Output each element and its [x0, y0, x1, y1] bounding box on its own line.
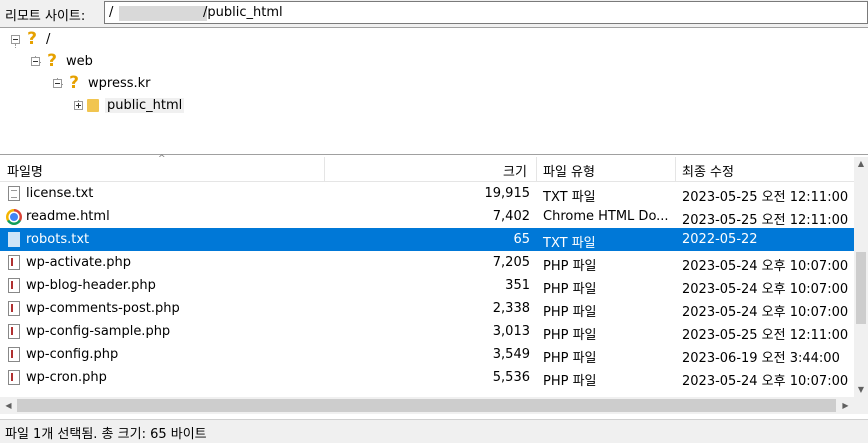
scroll-right-icon[interactable]: ▶: [837, 397, 854, 414]
vertical-scrollbar[interactable]: ▲ ▼: [854, 157, 868, 397]
tree-node-label: /: [46, 31, 51, 47]
scrollbar-corner: [854, 397, 868, 414]
question-icon: ?: [27, 29, 37, 49]
expand-toggle[interactable]: [74, 100, 83, 110]
php-file-icon: [8, 370, 20, 385]
file-name: wp-cron.php: [26, 370, 107, 385]
file-rows: license.txt 19,915 TXT 파일 2023-05-25 오전 12:…: [0, 182, 854, 397]
file-type: PHP 파일: [543, 328, 597, 343]
file-type: TXT 파일: [543, 236, 596, 251]
file-modified: 2022-05-22: [682, 232, 758, 247]
tree-node-label: public_html: [105, 97, 185, 113]
text-file-icon: [8, 186, 20, 201]
file-type: PHP 파일: [543, 259, 597, 274]
file-name: readme.html: [26, 209, 110, 224]
collapse-toggle[interactable]: [31, 56, 40, 66]
chrome-icon: [6, 209, 22, 225]
php-file-icon: [8, 347, 20, 362]
tree-node-root[interactable]: ? /: [11, 29, 50, 49]
php-file-icon: [8, 324, 20, 339]
file-type: Chrome HTML Do...: [543, 209, 669, 224]
file-size: 351: [505, 278, 530, 293]
redacted-path-segment: [119, 6, 207, 21]
tree-node-label: wpress.kr: [88, 75, 151, 91]
file-name: wp-activate.php: [26, 255, 132, 270]
horizontal-scrollbar[interactable]: ◀ ▶: [0, 397, 854, 414]
php-file-icon: [8, 278, 20, 293]
file-name: wp-config.php: [26, 347, 119, 362]
scroll-down-icon[interactable]: ▼: [854, 383, 868, 397]
file-modified: 2023-05-24 오후 10:07:00: [682, 305, 849, 320]
file-type: PHP 파일: [543, 282, 597, 297]
file-size: 7,205: [492, 255, 530, 270]
file-size: 2,338: [492, 301, 530, 316]
file-modified: 2023-05-25 오전 12:11:00: [682, 190, 849, 205]
collapse-toggle[interactable]: [11, 34, 20, 44]
file-name: wp-comments-post.php: [26, 301, 180, 316]
file-name: license.txt: [26, 186, 94, 201]
file-modified: 2023-05-24 오후 10:07:00: [682, 259, 849, 274]
file-row[interactable]: license.txt 19,915 TXT 파일 2023-05-25 오전 12:…: [0, 182, 854, 205]
column-header-type[interactable]: 파일 유형: [543, 161, 595, 180]
file-modified: 2023-05-24 오후 10:07:00: [682, 374, 849, 389]
file-modified: 2023-06-19 오전 3:44:00: [682, 351, 840, 366]
file-size: 7,402: [492, 209, 530, 224]
file-name: robots.txt: [26, 232, 90, 247]
file-row[interactable]: wp-blog-header.php 351 PHP 파일 2023-05-24 오후…: [0, 274, 854, 297]
remote-file-list: ^ 파일명 크기 파일 유형 최종 수정 license.txt 19,915 TX…: [0, 154, 868, 417]
file-type: PHP 파일: [543, 305, 597, 320]
tree-node-web[interactable]: ? web: [31, 51, 93, 71]
file-row[interactable]: wp-config.php 3,549 PHP 파일 2023-06-19 오전 3:…: [0, 343, 854, 366]
scroll-thumb[interactable]: [856, 252, 866, 324]
remote-site-label: 리모트 사이트:: [5, 9, 86, 24]
file-size: 3,013: [492, 324, 530, 339]
file-name: wp-blog-header.php: [26, 278, 156, 293]
file-type: PHP 파일: [543, 351, 597, 366]
scroll-up-icon[interactable]: ▲: [854, 157, 868, 171]
file-modified: 2023-05-25 오전 12:11:00: [682, 213, 849, 228]
remote-path-input[interactable]: / /public_html: [104, 1, 868, 24]
file-size: 5,536: [492, 370, 530, 385]
file-size: 19,915: [484, 186, 531, 201]
php-file-icon: [8, 301, 20, 316]
file-row[interactable]: robots.txt 65 TXT 파일 2022-05-22: [0, 228, 854, 251]
status-bar: 파일 1개 선택됨. 총 크기: 65 바이트: [0, 419, 868, 443]
path-prefix: /: [109, 5, 114, 20]
status-text: 파일 1개 선택됨. 총 크기: 65 바이트: [5, 427, 207, 442]
question-icon: ?: [69, 73, 79, 93]
file-row[interactable]: wp-config-sample.php 3,013 PHP 파일 2023-05-2…: [0, 320, 854, 343]
file-size: 3,549: [492, 347, 530, 362]
column-header-size[interactable]: 크기: [503, 161, 527, 180]
folder-icon: [87, 98, 99, 112]
tree-node-wpress[interactable]: ? wpress.kr: [53, 73, 151, 93]
file-row[interactable]: readme.html 7,402 Chrome HTML Do... 2023-05…: [0, 205, 854, 228]
column-header-modified[interactable]: 최종 수정: [682, 161, 734, 180]
scroll-left-icon[interactable]: ◀: [0, 397, 17, 414]
file-size: 65: [513, 232, 530, 247]
file-row[interactable]: wp-comments-post.php 2,338 PHP 파일 2023-05-2…: [0, 297, 854, 320]
path-suffix: /public_html: [203, 5, 283, 20]
tree-node-public-html[interactable]: public_html: [74, 95, 185, 115]
column-header-name[interactable]: 파일명: [7, 161, 43, 180]
file-type: PHP 파일: [543, 374, 597, 389]
file-row[interactable]: wp-activate.php 7,205 PHP 파일 2023-05-24 오후 …: [0, 251, 854, 274]
file-row[interactable]: wp-cron.php 5,536 PHP 파일 2023-05-24 오후 10:0…: [0, 366, 854, 389]
file-modified: 2023-05-25 오전 12:11:00: [682, 328, 849, 343]
file-name: wp-config-sample.php: [26, 324, 171, 339]
text-file-icon: [8, 232, 20, 247]
tree-node-label: web: [66, 53, 93, 69]
remote-site-bar: 리모트 사이트: / /public_html: [0, 0, 868, 27]
question-icon: ?: [47, 51, 57, 71]
file-list-header: ^ 파일명 크기 파일 유형 최종 수정: [0, 154, 854, 182]
file-modified: 2023-05-24 오후 10:07:00: [682, 282, 849, 297]
collapse-toggle[interactable]: [53, 78, 62, 88]
file-type: TXT 파일: [543, 190, 596, 205]
sort-ascending-icon: ^: [158, 154, 166, 164]
scroll-thumb[interactable]: [17, 399, 836, 412]
remote-directory-tree: ? / ? web ? wpress.kr public_html: [0, 27, 868, 155]
php-file-icon: [8, 255, 20, 270]
